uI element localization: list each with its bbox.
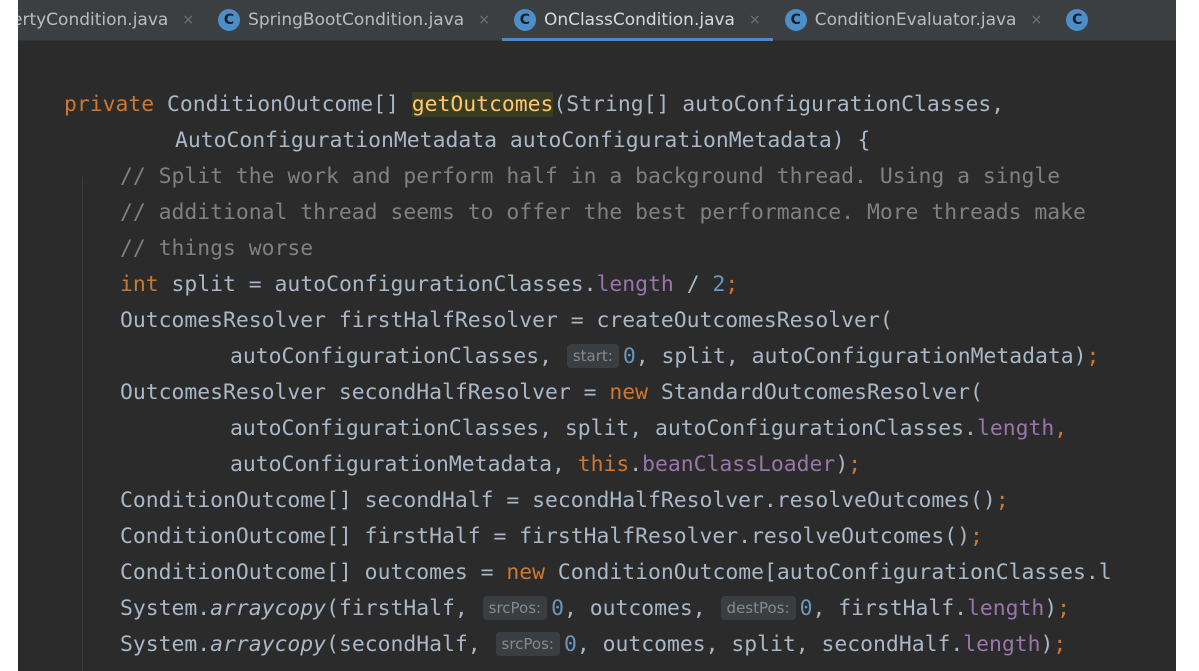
- close-icon[interactable]: ×: [182, 12, 194, 28]
- tab-overflow[interactable]: C: [1054, 0, 1108, 40]
- parameter-hint: srcPos:: [495, 632, 560, 656]
- code-line: System.arraycopy(secondHalf, srcPos: 0, o…: [120, 632, 1067, 657]
- code-line: ConditionOutcome[] firstHalf = firstHalf…: [120, 524, 983, 549]
- comment-line: // additional thread seems to offer the …: [120, 200, 1086, 225]
- code-line: int split = autoConfigurationClasses.len…: [120, 272, 739, 297]
- tab-property-condition[interactable]: ertyCondition.java ×: [18, 0, 206, 40]
- parameter-hint: destPos:: [720, 596, 796, 620]
- java-class-icon: C: [218, 9, 241, 31]
- tab-label: OnClassCondition.java: [543, 10, 735, 30]
- code-line: private ConditionOutcome[] getOutcomes(S…: [64, 92, 1005, 117]
- tab-label: ertyCondition.java: [18, 10, 169, 30]
- code-line: autoConfigurationClasses, split, autoCon…: [230, 416, 1068, 441]
- tab-condition-evaluator[interactable]: C ConditionEvaluator.java ×: [773, 0, 1055, 40]
- java-class-icon: C: [1066, 9, 1089, 31]
- code-line: ConditionOutcome[] secondHalf = secondHa…: [120, 488, 1009, 513]
- parameter-hint: start:: [566, 344, 619, 368]
- close-icon[interactable]: ×: [749, 12, 761, 28]
- code-editor[interactable]: private ConditionOutcome[] getOutcomes(S…: [18, 41, 1176, 671]
- close-icon[interactable]: ×: [1030, 12, 1042, 28]
- indent-guide: [82, 177, 83, 671]
- code-line: OutcomesResolver firstHalfResolver = cre…: [120, 308, 893, 333]
- code-line: System.arraycopy(firstHalf, srcPos: 0, ou…: [120, 596, 1071, 621]
- tab-label: ConditionEvaluator.java: [814, 10, 1017, 30]
- parameter-hint: srcPos:: [482, 596, 548, 620]
- close-icon[interactable]: ×: [478, 12, 490, 28]
- tab-on-class-condition[interactable]: C OnClassCondition.java ×: [501, 0, 773, 41]
- tab-label: SpringBootCondition.java: [248, 10, 465, 30]
- editor-tab-bar: ertyCondition.java × C SpringBootConditi…: [18, 0, 1176, 41]
- method-name: getOutcomes: [411, 92, 554, 117]
- code-line: autoConfigurationMetadata, this.beanClas…: [230, 452, 862, 477]
- comment-line: // Split the work and perform half in a …: [120, 164, 1061, 189]
- code-line: ConditionOutcome[] outcomes = new Condit…: [120, 560, 1112, 585]
- code-line: autoConfigurationClasses, start: 0, split…: [230, 344, 1100, 369]
- comment-line: // things worse: [120, 236, 314, 261]
- ide-window: ertyCondition.java × C SpringBootConditi…: [18, 0, 1176, 671]
- java-class-icon: C: [513, 9, 536, 31]
- java-class-icon: C: [784, 9, 807, 31]
- code-line: AutoConfigurationMetadata autoConfigurat…: [175, 128, 871, 153]
- tab-spring-boot-condition[interactable]: C SpringBootCondition.java ×: [206, 0, 502, 40]
- code-line: OutcomesResolver secondHalfResolver = ne…: [120, 380, 983, 405]
